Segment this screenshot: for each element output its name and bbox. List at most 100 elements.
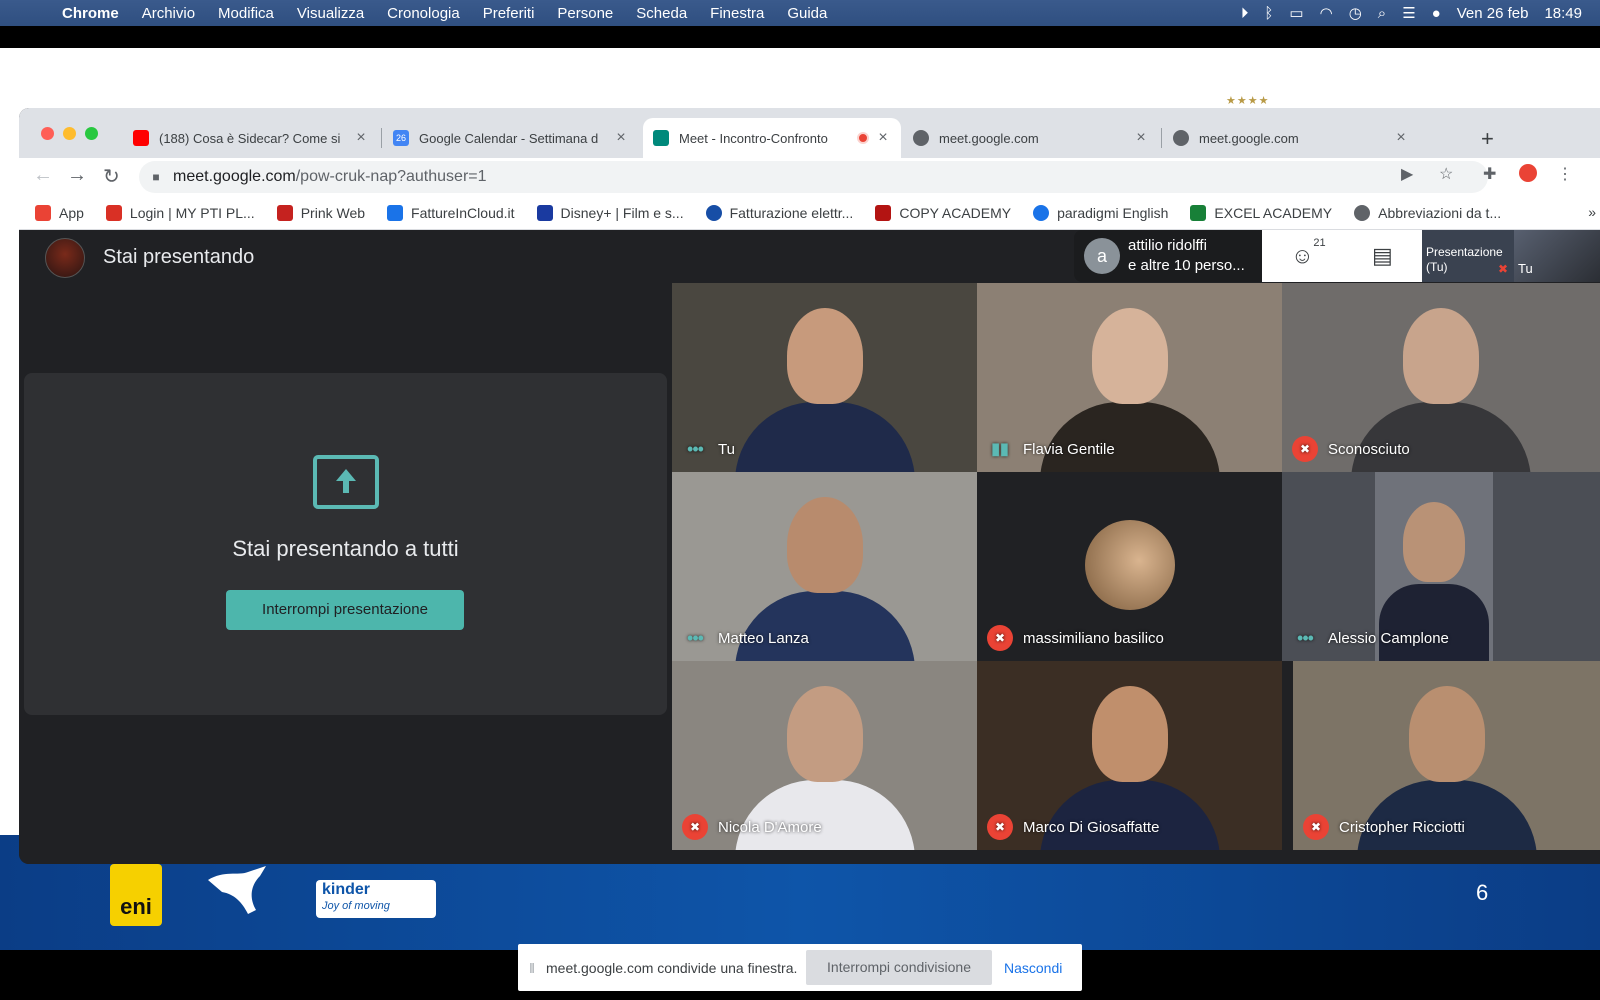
bookmark-label: Abbreviazioni da t... [1378, 204, 1502, 221]
video-tile[interactable]: ••• Alessio Camplone [1282, 472, 1600, 661]
back-arrow-icon[interactable]: ← [33, 164, 53, 187]
tab-close-icon[interactable]: × [1393, 129, 1409, 147]
tile-label: ••• Matteo Lanza [682, 625, 809, 651]
video-tile[interactable]: ✖ Nicola D'Amore [672, 661, 977, 850]
avatar[interactable] [45, 238, 85, 278]
address-bar[interactable]: ■ meet.google.com /pow-cruk-nap?authuser… [139, 161, 1488, 193]
stop-presenting-button[interactable]: Interrompi presentazione [226, 590, 464, 630]
bookmark-item[interactable]: Disney+ | Film e s... [536, 204, 684, 221]
video-tile[interactable]: ••• Tu [672, 283, 977, 472]
speaking-icon: ▮▮ [991, 441, 1009, 458]
tab-close-icon[interactable]: × [613, 129, 629, 147]
bookmark-item[interactable]: COPY ACADEMY [875, 204, 1011, 221]
tab-close-icon[interactable]: × [1133, 129, 1149, 147]
menu-app-name[interactable]: Chrome [62, 5, 119, 22]
participant-name: Nicola D'Amore [718, 818, 822, 836]
profile-avatar[interactable] [1519, 164, 1537, 182]
bluetooth-icon[interactable]: ᛒ [1264, 5, 1273, 22]
menu-finestra[interactable]: Finestra [710, 5, 764, 22]
drag-handle-icon[interactable]: ‖ [518, 960, 546, 976]
youtube-icon [133, 130, 149, 146]
calendar-icon: 26 [393, 130, 409, 146]
zoom-window-icon[interactable] [85, 127, 98, 140]
tab-title: (188) Cosa è Sidecar? Come si [159, 130, 341, 146]
apple-icon [1354, 204, 1371, 221]
menu-persone[interactable]: Persone [557, 5, 613, 22]
tab-title: Google Calendar - Settimana d [419, 130, 599, 146]
play-icon[interactable]: ⏵ [1241, 5, 1249, 22]
people-icon: ☺ [1291, 243, 1314, 268]
wifi-icon[interactable]: ◠ [1320, 4, 1333, 22]
tab-close-icon[interactable]: × [353, 129, 369, 147]
bookmark-label: Fatturazione elettr... [729, 204, 854, 221]
hide-button[interactable]: Nascondi [1004, 960, 1062, 976]
bookmark-item[interactable]: Fatturazione elettr... [705, 204, 854, 221]
lock-icon[interactable]: ■ [139, 170, 173, 184]
tab-close-icon[interactable]: × [875, 129, 891, 147]
menu-archivio[interactable]: Archivio [142, 5, 195, 22]
tab-youtube[interactable]: (188) Cosa è Sidecar? Come si × [123, 118, 379, 158]
tab-meet-2[interactable]: meet.google.com × [903, 118, 1159, 158]
chat-button[interactable]: ▤ [1372, 243, 1393, 269]
bookmark-item[interactable]: Login | MY PTI PL... [105, 204, 255, 221]
bookmark-label: Disney+ | Film e s... [560, 204, 684, 221]
video-tile[interactable]: ✖ Marco Di Giosaffatte [977, 661, 1282, 850]
url-path: /pow-cruk-nap?authuser=1 [295, 168, 487, 185]
menu-preferiti[interactable]: Preferiti [483, 5, 535, 22]
extensions-puzzle-icon[interactable]: ✚ [1483, 164, 1496, 184]
stop-sharing-button[interactable]: Interrompi condivisione [806, 950, 992, 985]
video-tile[interactable]: ✖ Sconosciuto [1282, 283, 1600, 472]
chrome-window: (188) Cosa è Sidecar? Come si × 26 Googl… [19, 108, 1600, 864]
tab-title: meet.google.com [939, 130, 1039, 146]
menubar-time[interactable]: 18:49 [1544, 5, 1582, 22]
macos-menubar: Chrome Archivio Modifica Visualizza Cron… [0, 0, 1600, 26]
tile-label: ••• Alessio Camplone [1292, 625, 1449, 651]
self-preview[interactable]: Presentazione (Tu) ✖ Tu [1422, 230, 1600, 282]
more-menu-icon[interactable]: ⋮ [1557, 164, 1573, 184]
control-center-icon[interactable]: ☰ [1402, 4, 1415, 22]
camera-icon[interactable]: ▶ [1401, 164, 1413, 184]
forward-arrow-icon[interactable]: → [67, 164, 87, 187]
bookmark-item[interactable]: FattureInCloud.it [387, 204, 515, 221]
minimize-window-icon[interactable] [63, 127, 76, 140]
menu-cronologia[interactable]: Cronologia [387, 5, 460, 22]
presenting-title: Stai presentando [103, 246, 255, 268]
menubar-tray: ⏵ ᛒ ▭ ◠ ◷ ⌕ ☰ ● Ven 26 feb 18:49 [1241, 0, 1582, 26]
participant-name: Cristopher Ricciotti [1339, 818, 1465, 836]
tab-meet-active[interactable]: Meet - Incontro-Confronto × [643, 118, 901, 158]
battery-icon[interactable]: ▭ [1289, 4, 1303, 22]
new-tab-plus-icon[interactable]: + [1481, 126, 1494, 152]
tab-calendar[interactable]: 26 Google Calendar - Settimana d × [383, 118, 639, 158]
tab-separator [1161, 128, 1162, 148]
tab-meet-3[interactable]: meet.google.com × [1163, 118, 1419, 158]
menubar-date[interactable]: Ven 26 feb [1457, 5, 1529, 22]
bookmark-apps[interactable]: App [35, 204, 84, 221]
bookmarks-overflow-icon[interactable]: » [1588, 204, 1596, 220]
participant-photo-avatar [1084, 520, 1175, 610]
close-window-icon[interactable] [41, 127, 54, 140]
video-tile[interactable]: ••• Matteo Lanza [672, 472, 977, 661]
bookmark-favicon-icon [705, 204, 722, 221]
menu-modifica[interactable]: Modifica [218, 5, 274, 22]
video-tile[interactable]: ▮▮ Flavia Gentile [977, 283, 1282, 472]
video-tile[interactable]: ✖ Cristopher Ricciotti [1293, 661, 1600, 850]
video-tile[interactable]: ✖ massimiliano basilico [977, 472, 1282, 661]
spotlight-search-icon[interactable]: ⌕ [1378, 5, 1386, 22]
bookmark-item[interactable]: EXCEL ACADEMY [1190, 204, 1332, 221]
menu-visualizza[interactable]: Visualizza [297, 5, 364, 22]
siri-icon[interactable]: ● [1432, 5, 1441, 22]
participant-summary[interactable]: a attilio ridolffi e altre 10 perso... [1074, 230, 1262, 282]
people-button[interactable]: ☺ 21 [1291, 237, 1325, 269]
bookmark-label: Prink Web [300, 204, 366, 221]
meet-content: Stai presentando a attilio ridolffi e al… [19, 230, 1600, 864]
bookmark-star-icon[interactable]: ☆ [1439, 164, 1453, 184]
tile-label: ••• Tu [682, 436, 735, 462]
menu-scheda[interactable]: Scheda [636, 5, 687, 22]
bookmark-item[interactable]: Prink Web [276, 204, 366, 221]
reload-icon[interactable]: ↻ [103, 164, 120, 189]
chat-bubble-icon [1033, 204, 1050, 221]
bookmark-item[interactable]: Abbreviazioni da t... [1354, 204, 1502, 221]
bookmark-item[interactable]: paradigmi English [1033, 204, 1168, 221]
time-machine-icon[interactable]: ◷ [1349, 4, 1362, 22]
menu-guida[interactable]: Guida [787, 5, 827, 22]
